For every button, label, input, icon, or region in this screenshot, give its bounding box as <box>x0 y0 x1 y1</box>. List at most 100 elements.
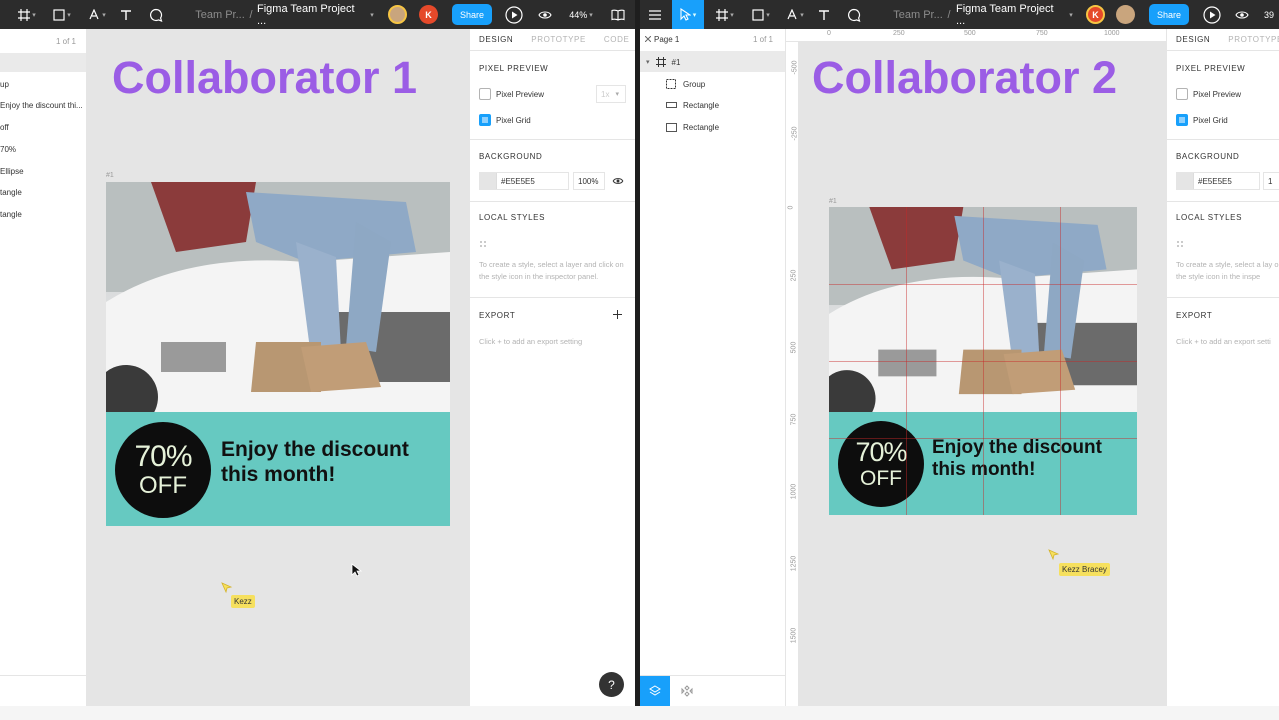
assets-icon[interactable] <box>678 676 696 706</box>
avatar-k[interactable]: K <box>1086 5 1105 24</box>
cursor-icon <box>221 582 233 594</box>
chevron-down-icon[interactable]: ▾ <box>366 0 376 29</box>
promo-line-2: this month! <box>932 459 1036 481</box>
eye-icon[interactable] <box>537 0 553 29</box>
menu-icon[interactable] <box>646 0 664 29</box>
layer-row[interactable]: Group <box>666 74 705 94</box>
divider <box>1167 139 1279 140</box>
file-name[interactable]: Figma Team Project ... <box>956 0 1064 29</box>
avatar[interactable] <box>1116 5 1135 24</box>
layer-frame[interactable]: ▾ #1 <box>646 52 680 72</box>
share-button[interactable]: Share <box>452 4 492 25</box>
layer-row[interactable]: tangle <box>0 182 22 202</box>
color-swatch[interactable] <box>1177 173 1194 189</box>
layer-row[interactable]: 70% <box>0 139 16 159</box>
layer-row[interactable]: Rectangle <box>666 117 719 137</box>
tab-code[interactable]: CODE <box>595 35 635 44</box>
layer-row[interactable]: tangle <box>0 204 22 224</box>
library-icon[interactable] <box>610 0 626 29</box>
layer-row[interactable]: up <box>0 74 9 94</box>
plus-icon[interactable] <box>613 310 622 319</box>
badge-off: OFF <box>860 467 902 490</box>
frame-label[interactable]: #1 <box>106 172 114 179</box>
help-button[interactable]: ? <box>599 672 624 697</box>
tab-design[interactable]: DESIGN <box>470 35 522 44</box>
divider <box>470 201 635 202</box>
divider <box>1167 201 1279 202</box>
avatar-k[interactable]: K <box>419 5 438 24</box>
export-hint: Click + to add an export setti <box>1176 337 1271 346</box>
collaborator-2-window: ▾ ▾ ▾ ▾ Team Pr... / Figma Team Project … <box>640 0 1279 706</box>
layer-row[interactable]: off <box>0 117 9 137</box>
text-tool-icon[interactable] <box>118 0 134 29</box>
page-name[interactable]: Page 1 <box>654 35 679 44</box>
pen-tool-icon[interactable]: ▾ <box>84 0 110 29</box>
comment-tool-icon[interactable] <box>846 0 862 29</box>
badge-off: OFF <box>139 472 187 499</box>
bg-opacity-field[interactable]: 1 <box>1263 172 1279 190</box>
frame-tool-icon[interactable]: ▾ <box>14 0 40 29</box>
layer-row[interactable]: Ellipse <box>0 161 24 181</box>
eye-icon[interactable] <box>1234 0 1250 29</box>
background-color-field[interactable]: #E5E5E5 <box>479 172 569 190</box>
zoom-level[interactable]: 44% ▾ <box>566 0 596 29</box>
ad-frame[interactable]: 70% OFF Enjoy the discount this month! <box>106 182 450 526</box>
ruler-tick: 1000 <box>790 483 798 500</box>
avatar[interactable] <box>388 5 407 24</box>
rectangle-icon <box>666 122 677 132</box>
pen-tool-icon[interactable]: ▾ <box>782 0 808 29</box>
ruler-tick: 500 <box>964 30 976 37</box>
layer-label: Rectangle <box>683 122 720 132</box>
pixel-grid-checkbox[interactable] <box>479 114 491 126</box>
zoom-level[interactable]: 39 <box>1260 0 1278 29</box>
discount-badge[interactable]: 70% OFF <box>115 422 211 518</box>
frame-label[interactable]: #1 <box>829 198 837 205</box>
present-icon[interactable] <box>1202 0 1222 29</box>
divider <box>470 139 635 140</box>
chevron-down-icon[interactable]: ▾ <box>646 58 650 66</box>
layer-row[interactable]: Rectangle <box>666 95 719 115</box>
pixel-preview-checkbox[interactable] <box>1176 88 1188 100</box>
frame-tool-icon[interactable]: ▾ <box>712 0 738 29</box>
tab-prototype[interactable]: PROTOTYPE <box>522 35 595 44</box>
tab-design[interactable]: DESIGN <box>1167 35 1219 44</box>
promo-text[interactable]: Enjoy the discount this month! <box>221 438 409 488</box>
color-swatch[interactable] <box>480 173 497 189</box>
background-color-field[interactable]: #E5E5E5 <box>1176 172 1260 190</box>
share-button[interactable]: Share <box>1149 4 1189 25</box>
team-name[interactable]: Team Pr... <box>892 0 944 29</box>
promo-text[interactable]: Enjoy the discount this month! <box>932 437 1102 482</box>
pixel-grid-checkbox[interactable] <box>1176 114 1188 126</box>
vertical-ruler: -500 -250 0 250 500 750 1000 1250 1500 <box>786 42 799 706</box>
chevron-down-icon[interactable]: ▾ <box>1065 0 1075 29</box>
layer-row[interactable]: Enjoy the discount thi... <box>0 95 83 115</box>
promo-line-1: Enjoy the discount <box>221 438 409 461</box>
ruler-tick: 1500 <box>790 627 798 644</box>
comment-tool-icon[interactable] <box>148 0 164 29</box>
ruler-tick: 500 <box>790 341 798 354</box>
move-tool-icon[interactable]: ▾ <box>672 0 704 29</box>
pixel-preview-scale[interactable]: 1x ▾ <box>596 85 626 103</box>
text-tool-icon[interactable] <box>816 0 832 29</box>
discount-badge[interactable]: 70% OFF <box>838 421 924 507</box>
panel-tabs: DESIGN PROTOTYPE CODE <box>470 29 635 51</box>
eye-icon[interactable] <box>612 177 624 185</box>
layout-grid-line <box>829 284 1137 285</box>
layers-icon[interactable] <box>640 676 670 706</box>
pixel-preview-checkbox[interactable] <box>479 88 491 100</box>
pixel-preview-heading: PIXEL PREVIEW <box>1176 64 1246 73</box>
rectangle-tool-icon[interactable]: ▾ <box>49 0 75 29</box>
path-separator: / <box>947 8 951 21</box>
rectangle-tool-icon[interactable]: ▾ <box>748 0 774 29</box>
badge-percent: 70% <box>855 437 907 467</box>
tab-prototype[interactable]: PROTOTYPE <box>1219 35 1279 44</box>
close-icon[interactable] <box>645 36 651 42</box>
team-name[interactable]: Team Pr... <box>194 0 246 29</box>
ad-frame[interactable]: 70% OFF Enjoy the discount this month! <box>829 207 1137 515</box>
footer-strip <box>0 706 1279 720</box>
file-name[interactable]: Figma Team Project ... <box>257 0 365 29</box>
collaborator-1-window: ▾ ▾ ▾ Team Pr... / Figma Team Project ..… <box>0 0 635 706</box>
present-icon[interactable] <box>504 0 524 29</box>
bg-opacity-field[interactable]: 100% <box>573 172 605 190</box>
hero-photo[interactable] <box>106 182 450 429</box>
